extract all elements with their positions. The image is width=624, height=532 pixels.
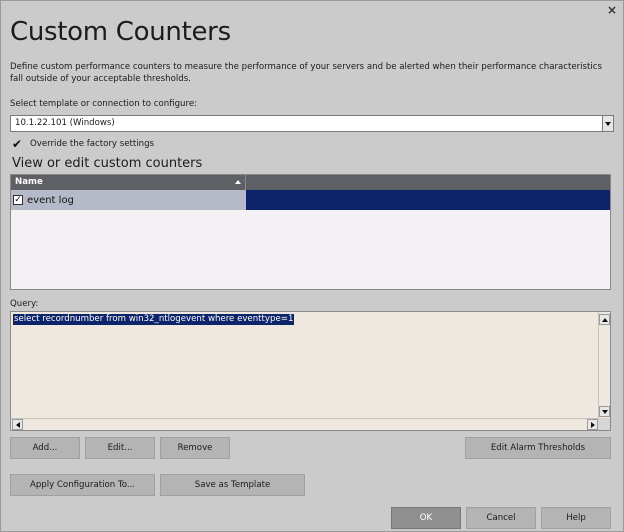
row-name: event log (27, 194, 74, 206)
counters-heading: View or edit custom counters (12, 156, 203, 171)
edit-button[interactable]: Edit... (85, 437, 155, 459)
override-checkbox[interactable]: ✔ Override the factory settings (12, 138, 154, 150)
query-text: select recordnumber from win32_ntlogeven… (13, 314, 295, 325)
add-button[interactable]: Add... (10, 437, 80, 459)
row-checkbox[interactable]: ✓ (13, 195, 23, 205)
checkmark-icon: ✔ (12, 137, 23, 151)
ok-button[interactable]: OK (391, 507, 461, 529)
edit-alarm-thresholds-button[interactable]: Edit Alarm Thresholds (465, 437, 611, 459)
table-header: Name (11, 175, 610, 190)
scroll-down-icon[interactable] (599, 406, 610, 417)
dialog-title: Custom Counters (10, 17, 231, 47)
column-header-label: Name (15, 177, 43, 187)
query-textarea[interactable]: select recordnumber from win32_ntlogeven… (10, 311, 611, 431)
help-button[interactable]: Help (541, 507, 611, 529)
remove-button[interactable]: Remove (160, 437, 230, 459)
scrollbar-corner (598, 418, 610, 430)
counters-table: Name ✓ event log (10, 174, 611, 290)
override-label: Override the factory settings (30, 139, 155, 149)
scroll-up-icon[interactable] (599, 314, 610, 325)
scroll-left-icon[interactable] (12, 419, 23, 430)
query-label: Query: (10, 299, 39, 309)
save-as-template-button[interactable]: Save as Template (160, 474, 305, 496)
cancel-button[interactable]: Cancel (466, 507, 536, 529)
apply-configuration-button[interactable]: Apply Configuration To... (10, 474, 155, 496)
custom-counters-dialog: × Custom Counters Define custom performa… (0, 0, 624, 532)
query-horizontal-scrollbar[interactable] (11, 418, 599, 430)
table-cell-name[interactable]: ✓ event log (11, 190, 246, 210)
template-select-label: Select template or connection to configu… (10, 99, 198, 109)
table-cell-selection[interactable] (246, 190, 610, 210)
dialog-description: Define custom performance counters to me… (10, 62, 602, 84)
scroll-right-icon[interactable] (587, 419, 598, 430)
column-header-name[interactable]: Name (11, 175, 246, 190)
template-select-value: 10.1.22.101 (Windows) (15, 118, 115, 128)
sort-ascending-icon (235, 180, 241, 184)
query-vertical-scrollbar[interactable] (598, 312, 610, 418)
close-icon[interactable]: × (606, 4, 618, 16)
chevron-down-icon[interactable] (602, 116, 613, 131)
table-row[interactable]: ✓ event log (11, 190, 610, 210)
template-select[interactable]: 10.1.22.101 (Windows) (10, 115, 614, 132)
